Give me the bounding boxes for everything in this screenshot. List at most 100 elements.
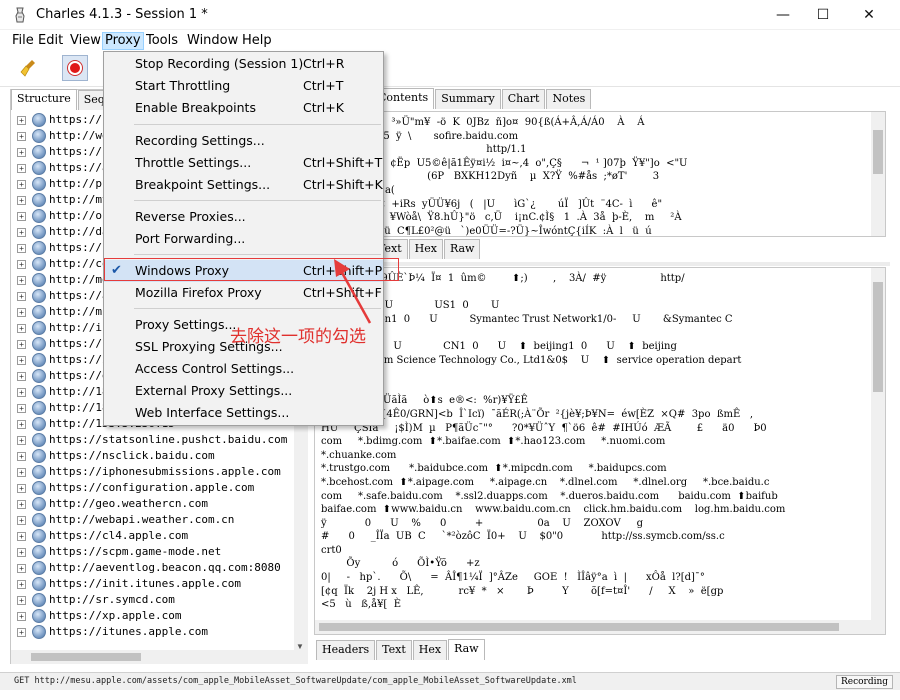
expand-icon[interactable]: + (17, 212, 26, 221)
expand-icon[interactable]: + (17, 612, 26, 621)
expand-icon[interactable]: + (17, 116, 26, 125)
expand-icon[interactable]: + (17, 516, 26, 525)
globe-icon (32, 113, 46, 127)
expand-icon[interactable]: + (17, 148, 26, 157)
recording-badge[interactable]: Recording (836, 675, 894, 689)
tree-row[interactable]: + http://aeventlog.beacon.qq.com:8080 (11, 560, 294, 576)
menu-proxy[interactable]: Proxy (102, 32, 144, 50)
menu-item-label: Port Forwarding... (135, 231, 246, 246)
tab-structure[interactable]: Structure (11, 89, 77, 110)
menu-tools[interactable]: Tools (144, 32, 180, 50)
tree-row[interactable]: + http://webapi.weather.com.cn (11, 512, 294, 528)
tree-row[interactable]: + https://scpm.game-mode.net (11, 544, 294, 560)
globe-icon (32, 545, 46, 559)
menu-item-port-forwarding[interactable]: Port Forwarding... (104, 228, 383, 250)
menu-edit[interactable]: Edit (36, 32, 65, 50)
menu-item-start-throttling[interactable]: Start Throttling Ctrl+T (104, 75, 383, 97)
expand-icon[interactable]: + (17, 596, 26, 605)
host-label: http://mo (49, 273, 109, 286)
tree-row[interactable]: + https://nsclick.baidu.com (11, 448, 294, 464)
tree-row[interactable]: + http://sr.symcd.com (11, 592, 294, 608)
expand-icon[interactable]: + (17, 324, 26, 333)
subtab-raw-top[interactable]: Raw (443, 239, 481, 259)
menu-item-reverse-proxies[interactable]: Reverse Proxies... (104, 206, 383, 228)
expand-icon[interactable]: + (17, 420, 26, 429)
text-line: Baidu Netcom Science Technology Co., Ltd… (321, 354, 742, 366)
menu-item-recording-settings[interactable]: Recording Settings... (104, 130, 383, 152)
expand-icon[interactable]: + (17, 196, 26, 205)
text-line: Bþ¿¢0² XÜãÌã ò⬆s e®<: %r)¥Ÿ£Ê (321, 395, 528, 407)
menu-item-throttle-settings[interactable]: Throttle Settings... Ctrl+Shift+T (104, 152, 383, 174)
request-scrollbar[interactable] (871, 112, 885, 236)
globe-icon (32, 577, 46, 591)
menu-view[interactable]: View (68, 32, 103, 50)
tab-summary[interactable]: Summary (435, 89, 501, 109)
tree-row[interactable]: + https://statsonline.pushct.baidu.com (11, 432, 294, 448)
expand-icon[interactable]: + (17, 260, 26, 269)
subtab-hex[interactable]: Hex (412, 640, 448, 660)
status-request-url: GET http://mesu.apple.com/assets/com_app… (14, 676, 577, 686)
expand-icon[interactable]: + (17, 180, 26, 189)
menu-item-enable-breakpoints[interactable]: Enable Breakpoints Ctrl+K (104, 97, 383, 119)
tree-row[interactable]: + https://itunes.apple.com (11, 624, 294, 640)
globe-icon (32, 449, 46, 463)
tree-row[interactable]: + https://configuration.apple.com (11, 480, 294, 496)
text-line: 9Z0 ¨1 0 U CN1 0 U ⬆ beijing1 0 U ⬆ beij… (321, 340, 677, 352)
expand-icon[interactable]: + (17, 228, 26, 237)
menu-help[interactable]: Help (240, 32, 274, 50)
broom-icon[interactable] (16, 55, 42, 81)
host-label: http://on (49, 209, 109, 222)
expand-icon[interactable]: + (17, 564, 26, 573)
expand-icon[interactable]: + (17, 356, 26, 365)
tree-row[interactable]: + https://iphonesubmissions.apple.com (11, 464, 294, 480)
host-label: https://i (49, 353, 109, 366)
expand-icon[interactable]: + (17, 532, 26, 541)
menu-window[interactable]: Window (185, 32, 240, 50)
menu-item-label: Mozilla Firefox Proxy (135, 285, 262, 300)
expand-icon[interactable]: + (17, 580, 26, 589)
menu-item-breakpoint-settings[interactable]: Breakpoint Settings... Ctrl+Shift+K (104, 174, 383, 196)
tree-row[interactable]: + https://cl4.apple.com (11, 528, 294, 544)
subtab-headers[interactable]: Headers (316, 640, 376, 660)
subtab-raw[interactable]: Raw (448, 639, 485, 660)
expand-icon[interactable]: + (17, 164, 26, 173)
menu-item-external-proxy-settings[interactable]: External Proxy Settings... (104, 380, 383, 402)
expand-icon[interactable]: + (17, 308, 26, 317)
tree-row[interactable]: + http://geo.weathercn.com (11, 496, 294, 512)
expand-icon[interactable]: + (17, 388, 26, 397)
expand-icon[interactable]: + (17, 628, 26, 637)
expand-icon[interactable]: + (17, 484, 26, 493)
tree-row[interactable]: + https://xp.apple.com (11, 608, 294, 624)
tab-chart[interactable]: Chart (501, 89, 546, 109)
expand-icon[interactable]: + (17, 500, 26, 509)
menu-file[interactable]: File (10, 32, 36, 50)
response-horizontal-scrollbar[interactable] (315, 620, 885, 634)
host-label: http://webapi.weather.com.cn (49, 513, 235, 526)
subtab-text[interactable]: Text (376, 640, 412, 660)
expand-icon[interactable]: + (17, 548, 26, 557)
subtab-hex-top[interactable]: Hex (408, 239, 443, 259)
expand-icon[interactable]: + (17, 436, 26, 445)
menu-item-label: Start Throttling (135, 78, 231, 93)
expand-icon[interactable]: + (17, 372, 26, 381)
expand-icon[interactable]: + (17, 244, 26, 253)
text-line: 0| - hp`. Õ\ = ÂÎ¶1¼Ï ]°ÂZe GOE ! ÌÎâÿ°a… (321, 572, 705, 584)
expand-icon[interactable]: + (17, 132, 26, 141)
expand-icon[interactable]: + (17, 468, 26, 477)
expand-icon[interactable]: + (17, 276, 26, 285)
expand-icon[interactable]: + (17, 292, 26, 301)
tab-notes[interactable]: Notes (546, 89, 592, 109)
menu-item-web-interface-settings[interactable]: Web Interface Settings... (104, 402, 383, 424)
close-button[interactable]: ✕ (846, 0, 892, 30)
menu-item-stop-recording-session-1[interactable]: Stop Recording (Session 1) Ctrl+R (104, 53, 383, 75)
expand-icon[interactable]: + (17, 452, 26, 461)
expand-icon[interactable]: + (17, 404, 26, 413)
text-line: *.chuanke.com (321, 449, 397, 461)
tree-row[interactable]: + https://init.itunes.apple.com (11, 576, 294, 592)
tree-horizontal-scrollbar[interactable] (11, 650, 308, 664)
maximize-button[interactable]: ☐ (800, 0, 846, 30)
menu-item-access-control-settings[interactable]: Access Control Settings... (104, 358, 383, 380)
expand-icon[interactable]: + (17, 340, 26, 349)
response-vertical-scrollbar[interactable] (871, 268, 885, 620)
record-icon[interactable] (62, 55, 88, 81)
